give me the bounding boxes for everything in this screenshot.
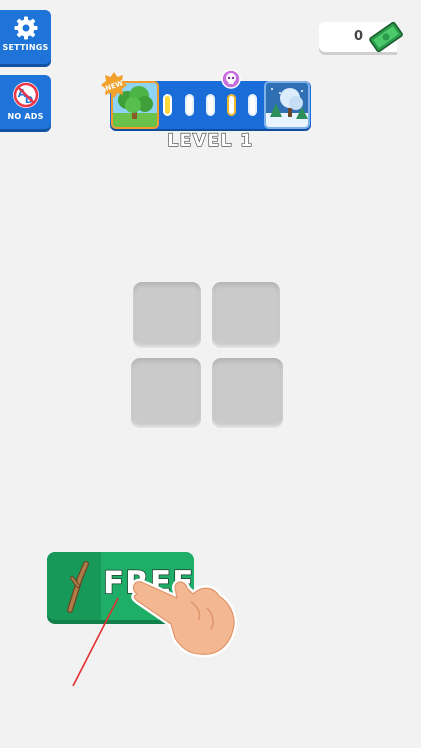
cash-value: 0: [353, 29, 363, 44]
no-ads-button[interactable]: A D NO ADS: [0, 75, 51, 129]
skull-icon: [221, 69, 241, 89]
progress-pill-1: [163, 94, 172, 116]
pointer-trail: [72, 597, 119, 687]
settings-button[interactable]: SETTINGS: [0, 10, 51, 64]
level-title: LEVEL 1: [167, 130, 254, 151]
board-slot[interactable]: [212, 358, 283, 428]
cash-icon: [369, 21, 403, 53]
no-ads-icon: A D: [12, 82, 39, 108]
new-badge: NEW: [101, 72, 127, 98]
progress-pill-2: [185, 94, 194, 116]
gear-icon: [14, 16, 37, 40]
tap-hand-icon: [130, 578, 237, 658]
no-ads-label: NO ADS: [7, 112, 44, 121]
progress-pill-boss: [227, 94, 236, 116]
board-slot[interactable]: [131, 358, 201, 428]
board-slot[interactable]: [133, 282, 201, 348]
progress-pill-5: [248, 94, 257, 116]
level-progress-bar: [110, 81, 311, 129]
progress-pill-3: [206, 94, 215, 116]
board-slot[interactable]: [212, 282, 280, 348]
winter-thumbnail: [264, 81, 310, 129]
settings-label: SETTINGS: [2, 43, 49, 52]
